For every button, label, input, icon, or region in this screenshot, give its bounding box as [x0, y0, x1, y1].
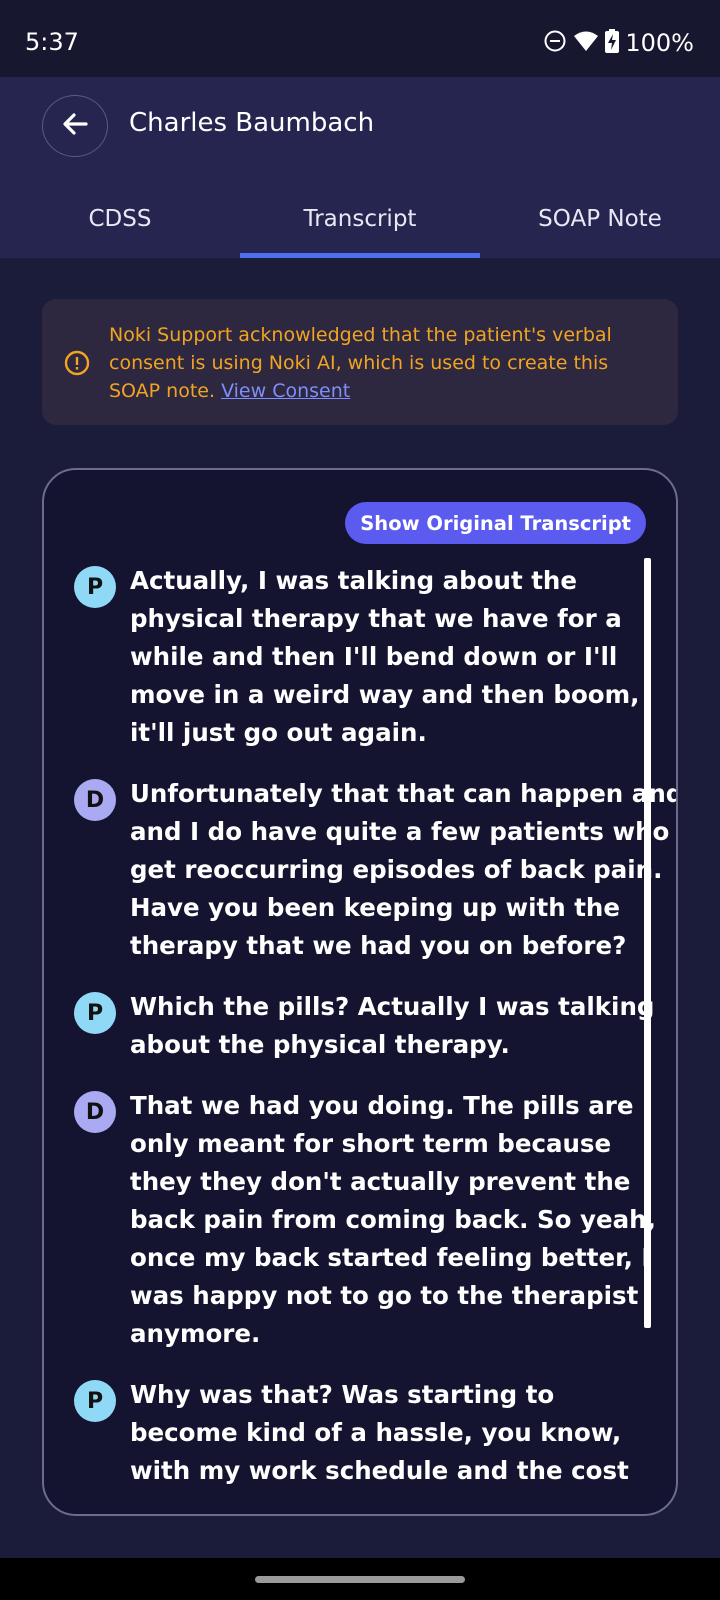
consent-line: SOAP note. View Consent — [109, 377, 649, 405]
message-text: Unfortunately that that can happen and a… — [130, 775, 678, 965]
arrow-left-icon — [62, 112, 88, 140]
message-line: back pain from coming back. So yeah, — [130, 1205, 656, 1234]
wifi-icon — [573, 30, 599, 56]
message-line: with my work schedule and the cost — [130, 1456, 629, 1485]
message-item: P Actually, I was talking about the phys… — [74, 562, 668, 752]
message-line: get reoccurring episodes of back pain. — [130, 855, 663, 884]
message-line: and I do have quite a few patients who — [130, 817, 670, 846]
message-line: Unfortunately that that can happen and — [130, 779, 678, 808]
message-line: Have you been keeping up with the — [130, 893, 620, 922]
speaker-avatar-patient: P — [74, 992, 116, 1034]
message-line: only meant for short term because — [130, 1129, 612, 1158]
app-header: Charles Baumbach CDSS Transcript SOAP No… — [0, 77, 720, 258]
message-line: Why was that? Was starting to — [130, 1380, 555, 1409]
home-indicator[interactable] — [255, 1576, 465, 1583]
message-line: move in a weird way and then boom, — [130, 680, 640, 709]
back-button[interactable] — [42, 95, 108, 157]
message-line: it'll just go out again. — [130, 718, 427, 747]
message-item: D That we had you doing. The pills are o… — [74, 1087, 668, 1353]
message-line: anymore. — [130, 1319, 261, 1348]
consent-line: consent is using Noki AI, which is used … — [109, 352, 609, 374]
tab-cdss[interactable]: CDSS — [0, 197, 240, 258]
consent-text: Noki Support acknowledged that the patie… — [109, 321, 649, 405]
speaker-avatar-patient: P — [74, 566, 116, 608]
consent-last-line: SOAP note. — [109, 380, 216, 402]
message-line: about the physical therapy. — [130, 1030, 510, 1059]
message-line: Actually, I was talking about the — [130, 566, 577, 595]
message-line: therapy that we had you on before? — [130, 931, 627, 960]
transcript-card: Show Original Transcript P Actually, I w… — [42, 468, 678, 1516]
message-item: P Which the pills? Actually I was talkin… — [74, 988, 668, 1064]
status-time: 5:37 — [25, 28, 79, 56]
message-line: become kind of a hassle, you know, — [130, 1418, 622, 1447]
tab-transcript[interactable]: Transcript — [240, 197, 480, 258]
battery-charging-icon — [605, 29, 620, 57]
tab-bar: CDSS Transcript SOAP Note — [0, 197, 720, 258]
patient-name: Charles Baumbach — [129, 108, 375, 138]
speaker-avatar-doctor: D — [74, 1091, 116, 1133]
message-line: they they don't actually prevent the — [130, 1167, 631, 1196]
status-icons: 100% — [543, 28, 694, 58]
show-original-transcript-button[interactable]: Show Original Transcript — [345, 502, 646, 544]
message-list: P Actually, I was talking about the phys… — [74, 562, 678, 1513]
message-text: Which the pills? Actually I was talking … — [130, 988, 668, 1064]
message-item: D Unfortunately that that can happen and… — [74, 775, 678, 965]
tab-soap-note[interactable]: SOAP Note — [480, 197, 720, 258]
status-bar: 5:37 100% — [0, 0, 720, 77]
battery-percent: 100% — [625, 29, 694, 57]
message-line: Which the pills? Actually I was talking — [130, 992, 655, 1021]
consent-banner: Noki Support acknowledged that the patie… — [42, 299, 678, 425]
message-line: was happy not to go to the therapist — [130, 1281, 639, 1310]
message-item: P Why was that? Was starting to become k… — [74, 1376, 668, 1490]
message-text: Why was that? Was starting to become kin… — [130, 1376, 668, 1490]
speaker-avatar-doctor: D — [74, 779, 116, 821]
message-line: once my back started feeling better, I — [130, 1243, 651, 1272]
do-not-disturb-icon — [543, 29, 567, 57]
info-icon — [64, 350, 90, 380]
message-line: while and then I'll bend down or I'll — [130, 642, 618, 671]
message-line: physical therapy that we have for a — [130, 604, 622, 633]
message-text: That we had you doing. The pills are onl… — [130, 1087, 668, 1353]
view-consent-link[interactable]: View Consent — [221, 380, 350, 402]
message-text: Actually, I was talking about the physic… — [130, 562, 668, 752]
consent-line: Noki Support acknowledged that the patie… — [109, 324, 612, 346]
message-line: That we had you doing. The pills are — [130, 1091, 634, 1120]
speaker-avatar-patient: P — [74, 1380, 116, 1422]
